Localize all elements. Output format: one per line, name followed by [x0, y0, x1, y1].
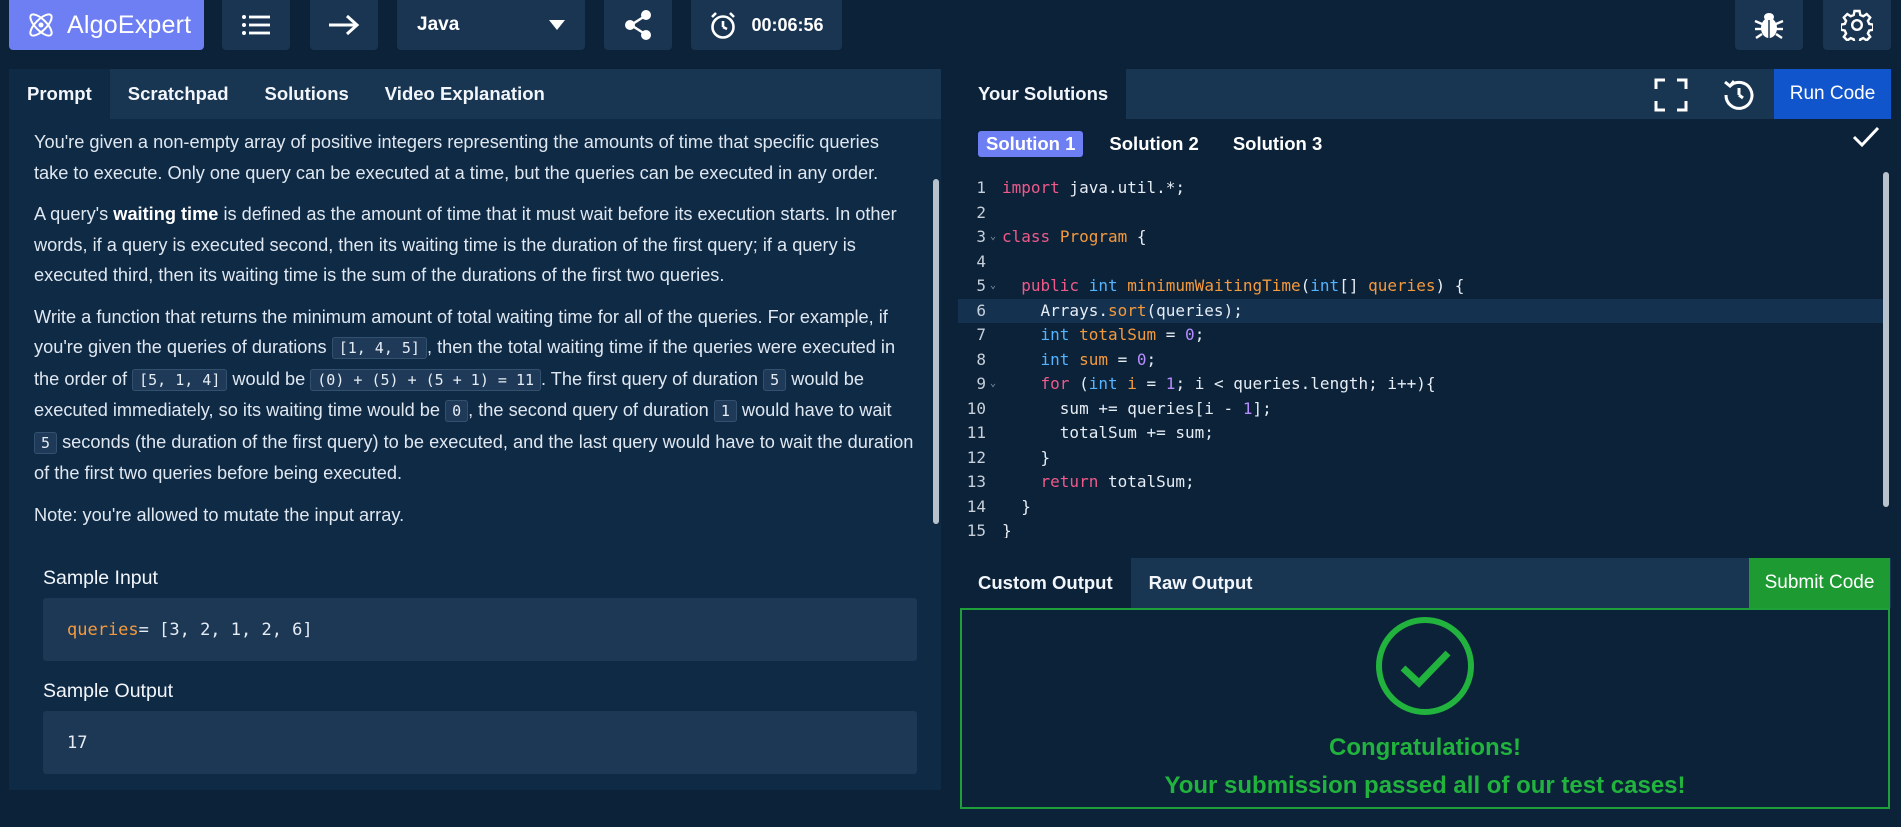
check-icon	[1852, 126, 1880, 148]
top-toolbar: AlgoExpert Java 00:06:56	[0, 0, 1901, 60]
sample-input-title: Sample Input	[43, 567, 158, 589]
tab-scratchpad[interactable]: Scratchpad	[110, 69, 247, 119]
prompt-tabs: Prompt Scratchpad Solutions Video Explan…	[9, 69, 941, 119]
settings-button[interactable]	[1823, 0, 1891, 50]
inline-code: 1	[713, 400, 737, 422]
line-number: 14	[966, 496, 986, 516]
brand-name: AlgoExpert	[67, 10, 192, 39]
inline-code: 5	[34, 431, 58, 454]
arrow-right-icon	[329, 14, 360, 36]
language-label: Java	[417, 14, 460, 35]
line-number: 13	[966, 472, 986, 491]
fold-icon[interactable]: ⌄	[990, 372, 1002, 397]
line-number: 11	[966, 423, 986, 442]
line-number: 1	[976, 178, 986, 197]
reset-icon	[1724, 80, 1754, 110]
line-number: 3	[976, 227, 986, 246]
tab-solution-1[interactable]: Solution 1	[978, 131, 1084, 157]
fullscreen-icon	[1654, 78, 1688, 112]
bug-icon	[1754, 13, 1784, 39]
inline-code: (0) + (5) + (5 + 1) = 11	[310, 368, 542, 391]
sample-input-box: queries = [3, 2, 1, 2, 6]	[43, 598, 917, 661]
tab-video-explanation[interactable]: Video Explanation	[367, 69, 563, 119]
line-number: 8	[976, 349, 986, 369]
prompt-paragraph-4: Note: you're allowed to mutate the input…	[34, 504, 405, 525]
inline-code: 5	[763, 368, 787, 391]
tab-solution-3[interactable]: Solution 3	[1225, 131, 1330, 157]
line-number: 2	[976, 202, 986, 222]
output-result: Congratulations! Your submission passed …	[960, 608, 1890, 809]
save-status	[1852, 126, 1880, 153]
inline-code: [1, 4, 5]	[331, 337, 427, 359]
prompt-scrollbar[interactable]	[933, 179, 939, 524]
timer-value: 00:06:56	[751, 14, 824, 35]
editor-scrollbar[interactable]	[1883, 172, 1889, 507]
line-number: 9	[976, 374, 986, 393]
chevron-down-icon	[549, 20, 565, 30]
congrats-title: Congratulations!	[1329, 734, 1521, 761]
sample-input-value: = [3, 2, 1, 2, 6]	[138, 619, 313, 640]
line-number: 5	[976, 276, 986, 295]
tab-solutions[interactable]: Solutions	[247, 69, 367, 119]
reset-code-button[interactable]	[1722, 78, 1756, 117]
tab-custom-output[interactable]: Custom Output	[960, 558, 1131, 608]
inline-code: 0	[445, 400, 469, 422]
run-code-button[interactable]: Run Code	[1774, 69, 1891, 119]
share-button[interactable]	[604, 0, 672, 50]
congrats-message: Your submission passed all of our test c…	[1164, 772, 1686, 799]
problem-list-button[interactable]	[222, 0, 290, 50]
stopwatch-icon	[711, 12, 736, 39]
fold-icon[interactable]: ⌄	[990, 225, 1002, 250]
line-number: 7	[976, 325, 986, 344]
gear-icon	[1841, 9, 1873, 41]
prompt-panel: Prompt Scratchpad Solutions Video Explan…	[9, 69, 941, 790]
sample-output-value: 17	[67, 732, 88, 753]
sample-output-box: 17	[43, 711, 917, 774]
code-editor[interactable]: 1 import java.util.*; 2 3 ⌄ class Program {…	[958, 176, 1883, 538]
share-icon	[625, 10, 651, 40]
fold-icon[interactable]: ⌄	[990, 274, 1002, 299]
waiting-time-term: waiting time	[113, 204, 219, 224]
timer-button[interactable]: 00:06:56	[691, 0, 842, 50]
prompt-paragraph-2: A query's waiting time is defined as the…	[34, 204, 897, 285]
check-circle-icon	[1376, 617, 1474, 715]
list-icon	[242, 15, 270, 35]
prompt-text: You're given a non-empty array of positi…	[34, 127, 914, 541]
atom-logo-icon	[29, 13, 53, 37]
line-number: 10	[966, 398, 986, 418]
next-question-button[interactable]	[310, 0, 378, 50]
line-number: 4	[976, 251, 986, 271]
inline-code: [5, 1, 4]	[132, 368, 228, 391]
tab-your-solutions[interactable]: Your Solutions	[960, 69, 1127, 119]
line-number: 15	[966, 521, 986, 538]
success-indicator	[1375, 616, 1475, 721]
sample-input-var: queries	[67, 619, 139, 640]
language-select[interactable]: Java	[397, 0, 585, 50]
solution-tabs: Solution 1 Solution 2 Solution 3	[978, 131, 1330, 157]
report-bug-button[interactable]	[1735, 0, 1803, 50]
prompt-paragraph-1: You're given a non-empty array of positi…	[34, 132, 879, 183]
line-number: 6	[976, 300, 986, 320]
submit-code-button[interactable]: Submit Code	[1749, 558, 1890, 608]
tab-prompt[interactable]: Prompt	[9, 69, 110, 119]
sample-output-title: Sample Output	[43, 680, 174, 702]
tab-solution-2[interactable]: Solution 2	[1101, 131, 1206, 157]
tab-raw-output[interactable]: Raw Output	[1131, 558, 1271, 608]
line-number: 12	[966, 447, 986, 467]
prompt-paragraph-3: Write a function that returns the minimu…	[34, 306, 914, 483]
fullscreen-button[interactable]	[1654, 78, 1688, 117]
brand-logo[interactable]: AlgoExpert	[9, 0, 204, 50]
